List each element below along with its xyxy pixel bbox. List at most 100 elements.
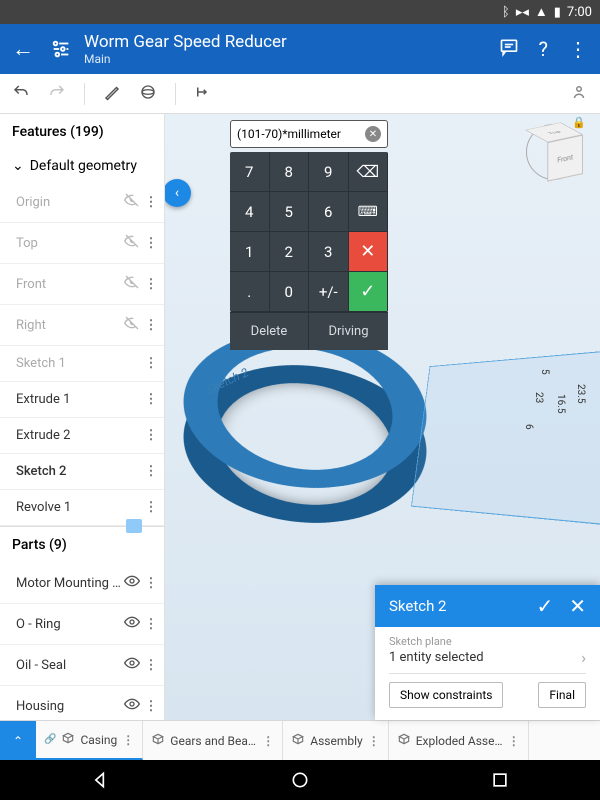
feature-item[interactable]: Right⋮	[0, 305, 164, 346]
tab[interactable]: Assembly⋮	[283, 721, 388, 760]
visibility-icon[interactable]	[124, 274, 144, 294]
nav-back-button[interactable]	[90, 770, 110, 790]
sketch-accept-button[interactable]: ✓	[536, 594, 553, 618]
feature-item[interactable]: Extrude 2⋮	[0, 418, 164, 454]
signal-icon: ▲	[535, 4, 548, 20]
numpad-key-5[interactable]: 5	[270, 192, 310, 232]
part-item[interactable]: Motor Mounting Fla...⋮	[0, 563, 164, 604]
tab-menu-icon[interactable]: ⋮	[262, 734, 274, 748]
item-menu-icon[interactable]: ⋮	[144, 356, 158, 371]
part-item[interactable]: O - Ring⋮	[0, 604, 164, 645]
feature-item[interactable]: Top⋮	[0, 223, 164, 264]
tab[interactable]: Exploded Asse...⋮	[389, 721, 529, 760]
chevron-down-icon: ⌄	[12, 158, 24, 174]
nav-home-button[interactable]	[290, 770, 310, 790]
item-menu-icon[interactable]: ⋮	[144, 392, 158, 407]
visibility-icon[interactable]	[124, 696, 144, 716]
clear-input-icon[interactable]: ✕	[365, 126, 381, 142]
tab-menu-icon[interactable]: ⋮	[122, 733, 134, 747]
numpad-key-6[interactable]: 6	[309, 192, 349, 232]
item-menu-icon[interactable]: ⋮	[144, 699, 158, 714]
feature-item[interactable]: Sketch 1⋮	[0, 346, 164, 382]
sketch-cancel-button[interactable]: ✕	[569, 594, 586, 618]
item-menu-icon[interactable]: ⋮	[144, 617, 158, 632]
item-menu-icon[interactable]: ⋮	[144, 428, 158, 443]
numpad-driving-button[interactable]: Driving	[309, 312, 388, 350]
item-menu-icon[interactable]: ⋮	[144, 464, 158, 479]
dimension-tool-button[interactable]	[194, 83, 212, 105]
cancel-key[interactable]: ✕	[349, 232, 389, 272]
tab-menu-icon[interactable]: ⋮	[508, 734, 520, 748]
visibility-icon[interactable]	[124, 573, 144, 593]
numpad-key-9[interactable]: 9	[309, 152, 349, 192]
rollback-bar-icon[interactable]	[126, 519, 142, 533]
final-button[interactable]: Final	[538, 682, 586, 708]
item-menu-icon[interactable]: ⋮	[144, 500, 158, 515]
numpad-display[interactable]: (101-70)*millimeter ✕	[230, 120, 388, 148]
item-menu-icon[interactable]: ⋮	[144, 236, 158, 251]
part-item[interactable]: Housing⋮	[0, 686, 164, 720]
sketch-tool-button[interactable]	[103, 83, 121, 105]
numpad-key-7[interactable]: 7	[230, 152, 270, 192]
sphere-tool-button[interactable]	[139, 83, 157, 105]
dimension-numpad: (101-70)*millimeter ✕ 789⌫456⌨123✕.0+/-✓…	[230, 120, 388, 350]
overflow-menu-icon[interactable]: ⋮	[568, 37, 588, 62]
expand-tabs-button[interactable]: ⌃	[0, 721, 36, 760]
feature-item[interactable]: Sketch 2⋮	[0, 454, 164, 490]
part-item[interactable]: Oil - Seal⋮	[0, 645, 164, 686]
person-icon[interactable]	[570, 83, 588, 105]
numpad-key-.[interactable]: .	[230, 272, 270, 312]
workspace-name: Main	[84, 52, 499, 66]
default-geometry-section[interactable]: ⌄ Default geometry	[0, 150, 164, 182]
show-constraints-button[interactable]: Show constraints	[389, 682, 503, 708]
numpad-key-+/-[interactable]: +/-	[309, 272, 349, 312]
sketch-dialog-title: Sketch 2	[389, 597, 520, 615]
feature-item[interactable]: Extrude 1⋮	[0, 382, 164, 418]
link-icon: 🔗	[44, 734, 56, 745]
numpad-key-4[interactable]: 4	[230, 192, 270, 232]
comments-icon[interactable]	[499, 37, 519, 62]
collapse-panel-button[interactable]: ‹	[165, 179, 191, 207]
item-menu-icon[interactable]: ⋮	[144, 277, 158, 292]
visibility-icon[interactable]	[124, 614, 144, 634]
android-status-bar: ᛒ ▸◂ ▲ ▮ 7:00	[0, 0, 600, 24]
bluetooth-icon: ᛒ	[502, 5, 510, 20]
visibility-icon[interactable]	[124, 233, 144, 253]
visibility-icon[interactable]	[124, 315, 144, 335]
numpad-key-2[interactable]: 2	[270, 232, 310, 272]
numpad-key-0[interactable]: 0	[270, 272, 310, 312]
help-icon[interactable]: ?	[539, 37, 548, 62]
nav-recent-button[interactable]	[490, 770, 510, 790]
document-title: Worm Gear Speed Reducer	[84, 32, 499, 52]
view-cube[interactable]: 🔒 Top Front Right	[526, 124, 582, 180]
feature-item[interactable]: Front⋮	[0, 264, 164, 305]
item-menu-icon[interactable]: ⋮	[144, 658, 158, 673]
features-header: Features (199)	[0, 114, 164, 150]
visibility-icon[interactable]	[124, 655, 144, 675]
item-menu-icon[interactable]: ⋮	[144, 318, 158, 333]
visibility-icon[interactable]	[124, 192, 144, 212]
numpad-key-3[interactable]: 3	[309, 232, 349, 272]
item-menu-icon[interactable]: ⋮	[144, 195, 158, 210]
backspace-key[interactable]: ⌫	[349, 152, 389, 192]
sketch-plane-label: Sketch plane	[389, 635, 586, 648]
view-cube-front[interactable]: Front	[547, 135, 583, 182]
redo-button[interactable]	[48, 83, 66, 105]
keyboard-key[interactable]: ⌨	[349, 192, 389, 232]
tab-menu-icon[interactable]: ⋮	[368, 734, 380, 748]
item-menu-icon[interactable]: ⋮	[144, 576, 158, 591]
confirm-key[interactable]: ✓	[349, 272, 389, 312]
lock-icon[interactable]: 🔒	[572, 116, 586, 129]
numpad-delete-button[interactable]: Delete	[230, 312, 309, 350]
undo-button[interactable]	[12, 83, 30, 105]
tab[interactable]: Gears and Beari...⋮	[143, 721, 283, 760]
sketch-dialog: Sketch 2 ✓ ✕ Sketch plane 1 entity selec…	[375, 585, 600, 720]
doc-settings-icon[interactable]	[50, 38, 72, 60]
numpad-key-8[interactable]: 8	[270, 152, 310, 192]
sketch-plane-selector[interactable]: 1 entity selected ›	[389, 648, 586, 674]
feature-item[interactable]: Origin⋮	[0, 182, 164, 223]
part-studio-icon	[61, 731, 75, 749]
numpad-key-1[interactable]: 1	[230, 232, 270, 272]
tab[interactable]: 🔗Casing⋮	[36, 721, 143, 760]
back-button[interactable]: ←	[12, 36, 34, 62]
